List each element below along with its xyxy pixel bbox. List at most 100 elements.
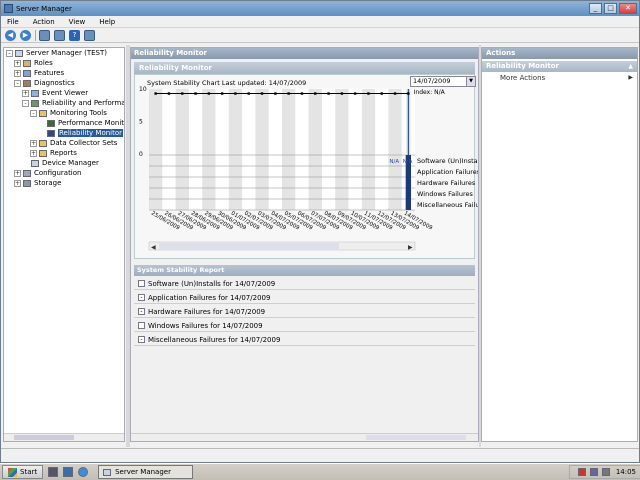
expand-icon[interactable]: + <box>14 169 21 177</box>
menu-view[interactable]: View <box>69 18 86 26</box>
expand-icon[interactable]: + <box>22 89 29 97</box>
collapse-icon[interactable]: ▲ <box>628 61 633 72</box>
tree-item[interactable]: Performance Monitor <box>4 118 124 128</box>
actions-header: Actions <box>482 48 637 59</box>
taskbar-task-label: Server Manager <box>115 468 171 476</box>
tree-item[interactable]: - Server Manager (TEST) <box>4 48 124 58</box>
tree-item[interactable]: + Reports <box>4 148 124 158</box>
tree-item[interactable]: - Diagnostics <box>4 78 124 88</box>
chart-icon <box>47 119 55 127</box>
more-actions-item[interactable]: More Actions ▶ <box>482 72 637 84</box>
title-bar[interactable]: Server Manager _ □ ✕ <box>1 1 639 16</box>
perf-icon <box>31 99 39 107</box>
tree-item[interactable]: + Configuration <box>4 168 124 178</box>
na-marker: N/A <box>389 159 399 165</box>
report-row[interactable]: Software (Un)Installs for 14/07/2009 <box>134 278 475 290</box>
collapse-icon[interactable]: - <box>22 99 29 107</box>
server-manager-window: Server Manager _ □ ✕ File Action View He… <box>0 0 640 463</box>
data-point <box>327 92 330 95</box>
tree-item-label: Configuration <box>34 169 82 177</box>
collapse-icon[interactable]: - <box>14 79 21 87</box>
report-row[interactable]: - Hardware Failures for 14/07/2009 <box>134 306 475 318</box>
menu-action[interactable]: Action <box>33 18 55 26</box>
data-point <box>194 92 197 95</box>
server-icon <box>15 49 23 57</box>
data-point <box>220 92 224 95</box>
tree-item[interactable]: + Features <box>4 68 124 78</box>
toolbar-separator <box>35 29 36 41</box>
stability-chart: System Stability Chart Last updated: 14/… <box>134 74 478 259</box>
tree-item[interactable]: + Data Collector Sets <box>4 138 124 148</box>
config-icon <box>23 169 31 177</box>
app-icon <box>4 4 13 13</box>
up-folder-icon[interactable] <box>39 29 50 41</box>
collapse-icon[interactable]: - <box>30 109 37 117</box>
monitor-icon <box>47 129 55 137</box>
expand-icon[interactable]: + <box>14 69 21 77</box>
tree-item[interactable]: - Reliability and Performance <box>4 98 124 108</box>
actions-section-reliability-monitor[interactable]: Reliability Monitor ▲ <box>482 61 637 72</box>
chevron-right-icon: ▶ <box>628 74 633 81</box>
tree-item[interactable]: - Monitoring Tools <box>4 108 124 118</box>
tree-item[interactable]: + Storage <box>4 178 124 188</box>
main-horizontal-scrollbar[interactable] <box>131 433 478 441</box>
properties-icon[interactable] <box>84 29 95 41</box>
day-column <box>175 89 189 210</box>
collapse-icon[interactable]: - <box>138 308 145 315</box>
clock[interactable]: 14:05 <box>616 468 636 476</box>
report-checkbox[interactable] <box>138 280 145 287</box>
report-checkbox[interactable] <box>138 322 145 329</box>
data-point <box>300 92 304 95</box>
tree-item[interactable]: + Event Viewer <box>4 88 124 98</box>
data-point <box>260 92 264 95</box>
collapse-icon[interactable]: - <box>6 49 13 57</box>
internet-explorer-icon[interactable] <box>78 467 89 477</box>
data-point <box>181 92 184 95</box>
maximize-button[interactable]: □ <box>604 3 617 14</box>
content-area: - Server Manager (TEST) + Roles + Features - Di… <box>1 45 639 447</box>
scroll-left-icon: ◀ <box>151 244 156 251</box>
collapse-icon[interactable]: - <box>138 294 145 301</box>
collapse-icon[interactable]: - <box>138 336 145 343</box>
day-column <box>228 89 243 210</box>
back-arrow-icon[interactable]: ◀ <box>5 29 16 41</box>
tray-network-icon[interactable] <box>589 468 598 476</box>
tree-horizontal-scrollbar[interactable] <box>4 433 124 441</box>
report-row-label: Hardware Failures for 14/07/2009 <box>148 307 266 316</box>
expand-icon[interactable]: + <box>30 139 37 147</box>
data-point <box>367 92 370 95</box>
server-icon <box>31 159 39 167</box>
menu-help[interactable]: Help <box>99 18 115 26</box>
server-manager-quicklaunch-icon[interactable] <box>48 467 59 477</box>
expand-icon[interactable]: + <box>14 179 21 187</box>
show-hide-tree-icon[interactable] <box>54 29 65 41</box>
taskbar-server-manager-button[interactable]: Server Manager <box>98 465 194 479</box>
chart-canvas[interactable]: 10 5 0 N/A N/A Index: N/A Software (Un)Install… <box>135 75 478 258</box>
tree-item[interactable]: + Roles <box>4 58 124 68</box>
report-row[interactable]: - Miscellaneous Failures for 14/07/2009 <box>134 334 475 346</box>
actions-section-label: Reliability Monitor <box>486 62 559 70</box>
help-icon[interactable]: ? <box>69 29 80 41</box>
show-desktop-icon[interactable] <box>63 467 74 477</box>
tree-item[interactable]: Reliability Monitor <box>4 128 124 138</box>
report-row[interactable]: Windows Failures for 14/07/2009 <box>134 320 475 332</box>
start-button[interactable]: Start <box>2 465 44 479</box>
tray-alert-icon[interactable] <box>577 468 586 476</box>
expand-icon[interactable]: + <box>14 59 21 67</box>
forward-arrow-icon[interactable]: ▶ <box>20 29 31 41</box>
close-button[interactable]: ✕ <box>619 3 637 14</box>
menu-file[interactable]: File <box>7 18 19 26</box>
tree-item[interactable]: Device Manager <box>4 158 124 168</box>
tray-volume-icon[interactable] <box>601 468 610 476</box>
minimize-button[interactable]: _ <box>589 3 602 14</box>
tree-item-label: Features <box>34 69 65 77</box>
y-tick-label: 10 <box>139 86 147 93</box>
tree-item-label: Storage <box>34 179 62 187</box>
report-row[interactable]: - Application Failures for 14/07/2009 <box>134 292 475 304</box>
category-label: Windows Failures <box>417 190 473 198</box>
folder-icon <box>39 139 47 147</box>
expand-icon[interactable]: + <box>30 149 37 157</box>
main-pane: Reliability Monitor Reliability Monitor … <box>130 47 479 442</box>
start-label: Start <box>20 468 38 476</box>
data-point <box>247 92 250 95</box>
